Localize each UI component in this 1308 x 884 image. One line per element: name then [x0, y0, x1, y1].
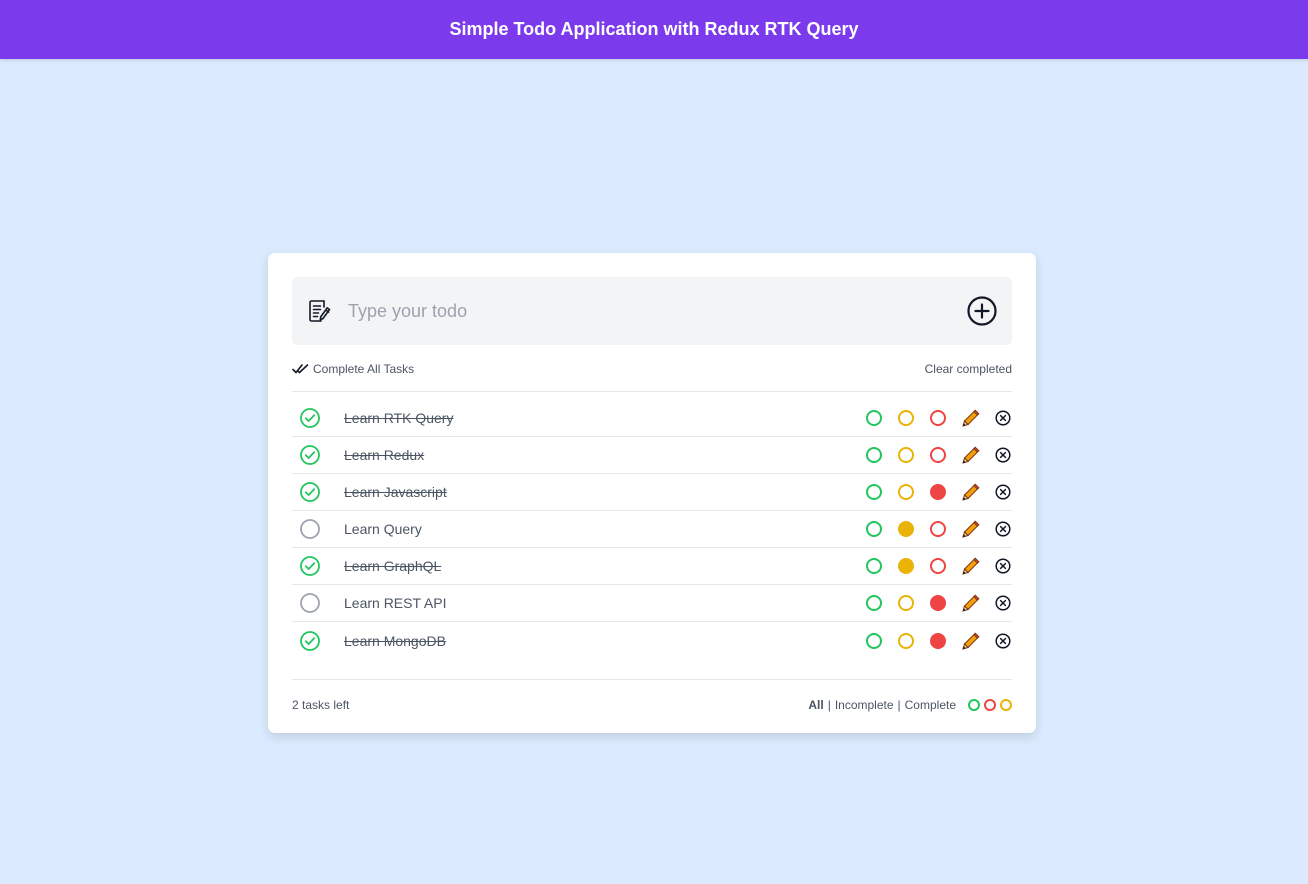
double-check-icon	[292, 364, 309, 374]
color-red-button[interactable]	[930, 410, 946, 426]
checked-circle-icon[interactable]	[292, 482, 328, 502]
checked-circle-icon[interactable]	[292, 630, 328, 651]
todo-row: Learn Query	[292, 511, 1012, 548]
todo-footer: 2 tasks left All | Incomplete | Complete	[292, 696, 1012, 714]
complete-all-button[interactable]: Complete All Tasks	[292, 362, 414, 376]
todo-list: Learn RTK Query Learn Redux Learn Javascri…	[292, 400, 1012, 659]
todo-row: Learn GraphQL	[292, 548, 1012, 585]
filter-separator: |	[897, 698, 901, 712]
filter-all[interactable]: All	[808, 698, 823, 712]
app-title: Simple Todo Application with Redux RTK Q…	[449, 19, 859, 39]
pencil-icon[interactable]	[962, 446, 980, 464]
unchecked-circle-icon[interactable]	[292, 593, 328, 613]
todo-text: Learn Javascript	[344, 484, 447, 500]
divider	[292, 391, 1012, 392]
bulk-actions: Complete All Tasks Clear completed	[292, 359, 1012, 379]
delete-icon[interactable]	[994, 557, 1012, 575]
color-green-button[interactable]	[866, 484, 882, 500]
plus-circle-icon	[967, 296, 997, 326]
color-red-button[interactable]	[930, 632, 946, 649]
delete-icon[interactable]	[994, 594, 1012, 612]
todo-text: Learn MongoDB	[344, 632, 446, 649]
todo-tools	[866, 520, 1012, 538]
status-filters: All | Incomplete | Complete	[808, 698, 1012, 712]
clear-completed-button[interactable]: Clear completed	[925, 362, 1012, 376]
todo-text: Learn Redux	[344, 447, 425, 463]
checked-circle-icon[interactable]	[292, 408, 328, 428]
color-green-button[interactable]	[866, 447, 882, 463]
note-icon	[306, 297, 334, 325]
color-red-button[interactable]	[930, 484, 946, 500]
complete-all-label: Complete All Tasks	[313, 362, 415, 376]
todo-text: Learn REST API	[344, 595, 447, 611]
app-header: Simple Todo Application with Redux RTK Q…	[0, 0, 1308, 59]
todo-text: Learn Query	[344, 521, 422, 537]
todo-tools	[866, 483, 1012, 501]
filter-color-yellow-button[interactable]	[1000, 699, 1012, 711]
filter-separator: |	[827, 698, 831, 712]
color-yellow-button[interactable]	[898, 521, 914, 537]
checked-circle-icon[interactable]	[292, 556, 328, 576]
color-yellow-button[interactable]	[898, 558, 914, 574]
color-red-button[interactable]	[930, 521, 946, 537]
todo-text: Learn GraphQL	[344, 558, 442, 574]
divider	[292, 679, 1012, 680]
pencil-icon[interactable]	[962, 557, 980, 575]
todo-card: Complete All Tasks Clear completed Learn…	[268, 253, 1036, 733]
filter-color-green-button[interactable]	[968, 699, 980, 711]
add-todo-button[interactable]	[966, 295, 998, 327]
delete-icon[interactable]	[994, 520, 1012, 538]
todo-tools	[866, 557, 1012, 575]
color-green-button[interactable]	[866, 595, 882, 611]
delete-icon[interactable]	[994, 632, 1012, 650]
todo-row: Learn MongoDB	[292, 622, 1012, 659]
delete-icon[interactable]	[994, 446, 1012, 464]
pencil-icon[interactable]	[962, 409, 980, 427]
color-yellow-button[interactable]	[898, 410, 914, 426]
color-green-button[interactable]	[866, 521, 882, 537]
color-filters	[968, 699, 1012, 711]
color-yellow-button[interactable]	[898, 632, 914, 649]
filter-incomplete[interactable]: Incomplete	[835, 698, 894, 712]
todo-row: Learn Redux	[292, 437, 1012, 474]
color-red-button[interactable]	[930, 447, 946, 463]
color-yellow-button[interactable]	[898, 484, 914, 500]
color-red-button[interactable]	[930, 595, 946, 611]
color-green-button[interactable]	[866, 410, 882, 426]
pencil-icon[interactable]	[962, 520, 980, 538]
todo-row: Learn REST API	[292, 585, 1012, 622]
pencil-icon[interactable]	[962, 483, 980, 501]
todo-input[interactable]	[348, 300, 966, 322]
delete-icon[interactable]	[994, 409, 1012, 427]
checked-circle-icon[interactable]	[292, 445, 328, 465]
color-yellow-button[interactable]	[898, 447, 914, 463]
color-red-button[interactable]	[930, 558, 946, 574]
todo-tools	[866, 632, 1012, 650]
pencil-icon[interactable]	[962, 632, 980, 650]
delete-icon[interactable]	[994, 483, 1012, 501]
todo-text: Learn RTK Query	[344, 410, 454, 426]
todo-input-box	[292, 277, 1012, 345]
todo-tools	[866, 594, 1012, 612]
color-green-button[interactable]	[866, 632, 882, 649]
todo-tools	[866, 446, 1012, 464]
todo-row: Learn RTK Query	[292, 400, 1012, 437]
color-green-button[interactable]	[866, 558, 882, 574]
unchecked-circle-icon[interactable]	[292, 519, 328, 539]
pencil-icon[interactable]	[962, 594, 980, 612]
filter-complete[interactable]: Complete	[905, 698, 956, 712]
todo-row: Learn Javascript	[292, 474, 1012, 511]
tasks-left-count: 2 tasks left	[292, 698, 350, 712]
todo-tools	[866, 409, 1012, 427]
color-yellow-button[interactable]	[898, 595, 914, 611]
filter-color-red-button[interactable]	[984, 699, 996, 711]
